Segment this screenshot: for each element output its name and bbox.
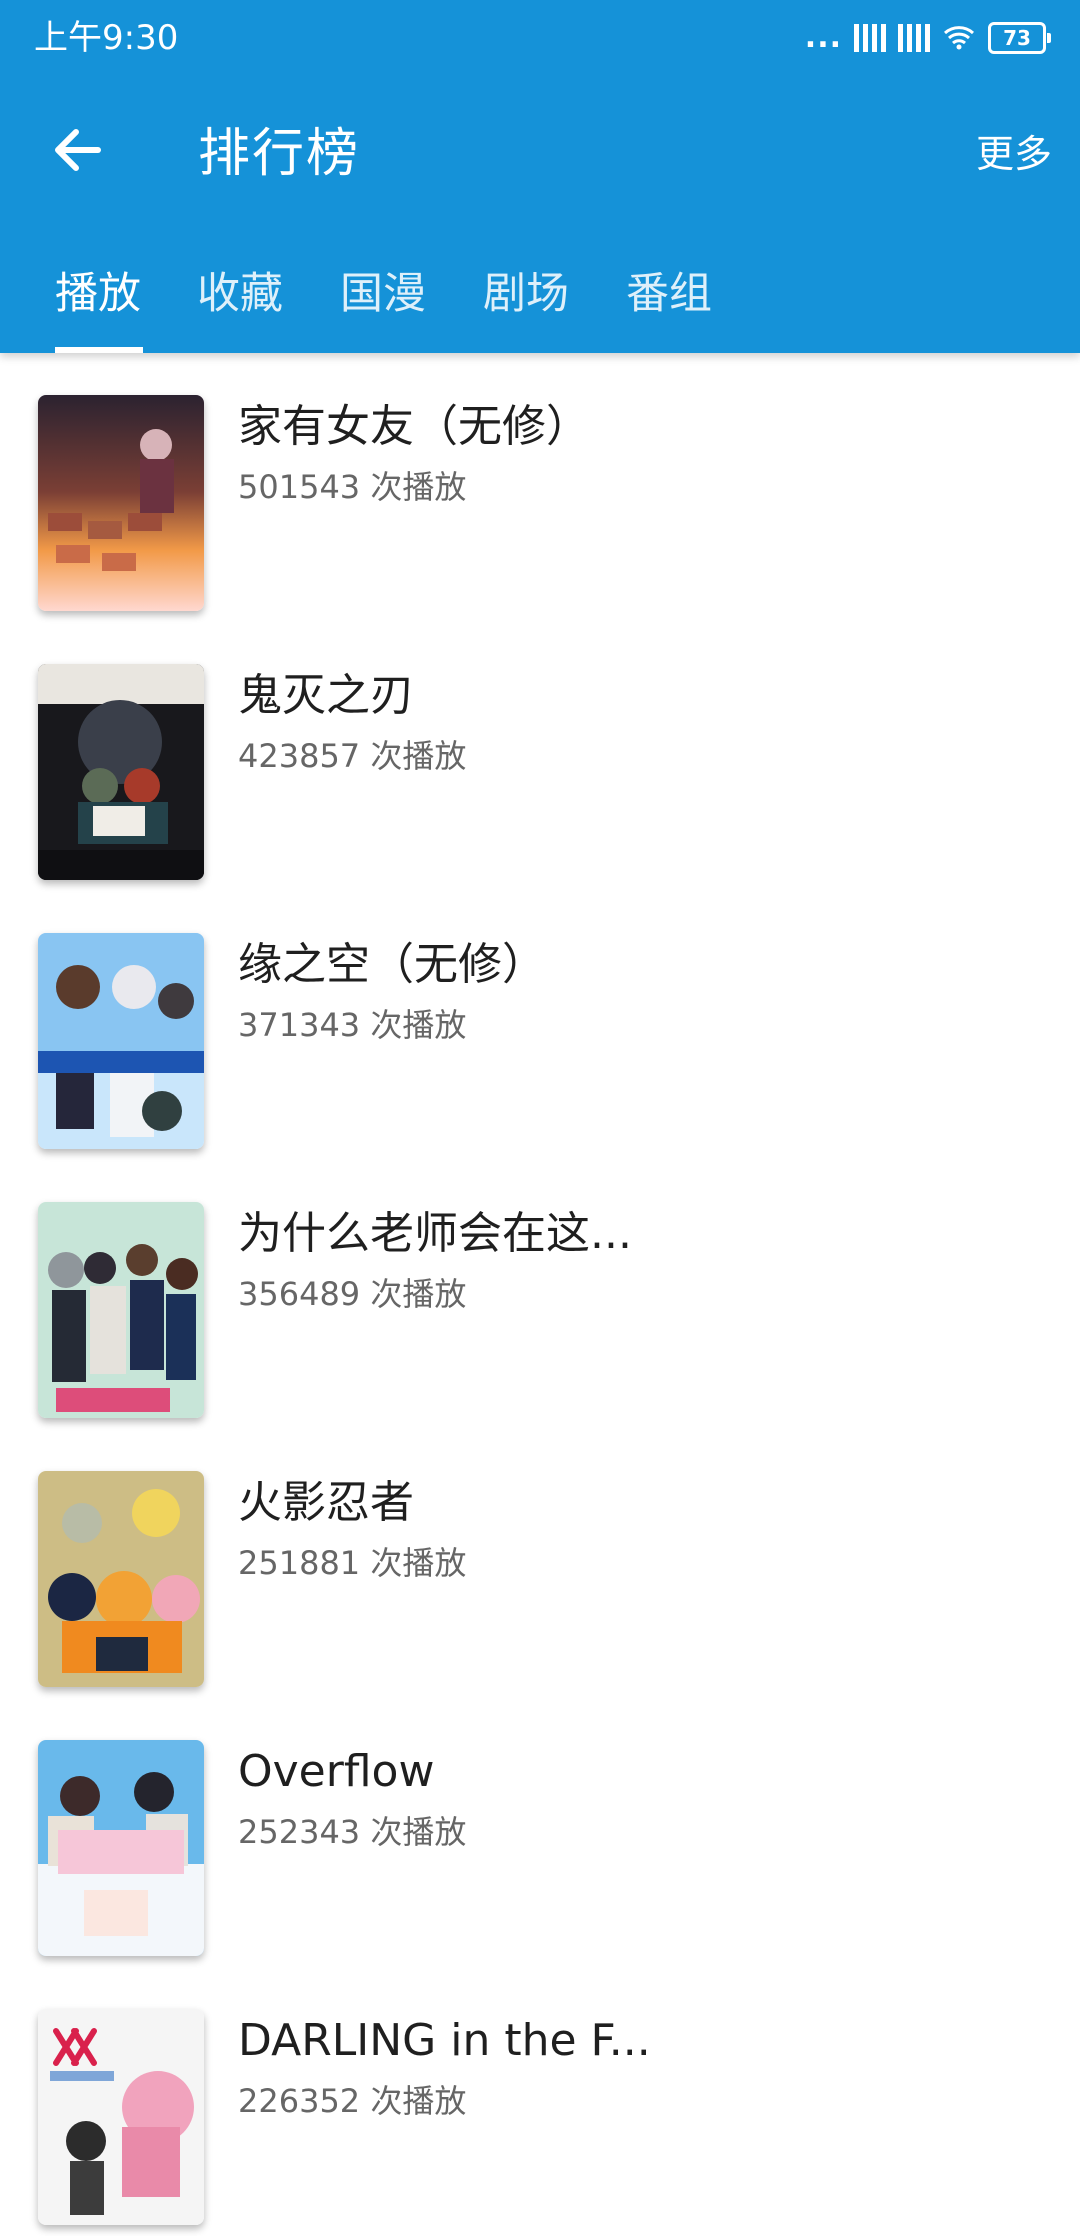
tab-domestic[interactable]: 国漫 — [340, 258, 426, 330]
tab-favorite[interactable]: 收藏 — [197, 258, 283, 330]
list-item[interactable]: 为什么老师会在这... 356489 次播放 — [0, 1160, 1080, 1429]
back-button[interactable] — [46, 118, 110, 182]
poster-thumbnail — [38, 664, 204, 880]
poster-thumbnail — [38, 395, 204, 611]
wifi-icon — [942, 21, 976, 55]
battery-icon: 73 — [988, 22, 1051, 54]
item-play-count: 371343 次播放 — [238, 1006, 467, 1044]
tab-program[interactable]: 番组 — [626, 258, 712, 330]
list-item[interactable]: Overflow 252343 次播放 — [0, 1698, 1080, 1967]
list-item[interactable]: 火影忍者 251881 次播放 — [0, 1429, 1080, 1698]
poster-thumbnail — [38, 2009, 204, 2225]
signal-icon — [898, 24, 930, 52]
status-time: 上午9:30 — [34, 18, 179, 58]
item-title: Overflow — [238, 1746, 435, 1797]
poster-thumbnail — [38, 933, 204, 1149]
app-bar: 上午9:30 ... 73 排行榜 更多 播放 收藏 国漫 剧场 番组 — [0, 0, 1080, 353]
item-title: 家有女友（无修） — [238, 401, 590, 452]
tab-play[interactable]: 播放 — [55, 258, 141, 330]
list-item[interactable]: 缘之空（无修） 371343 次播放 — [0, 891, 1080, 1160]
more-dots-icon: ... — [804, 20, 842, 55]
item-play-count: 356489 次播放 — [238, 1275, 467, 1313]
tab-indicator — [55, 347, 143, 353]
item-play-count: 226352 次播放 — [238, 2082, 467, 2120]
poster-thumbnail — [38, 1740, 204, 1956]
more-button[interactable]: 更多 — [976, 126, 1052, 182]
poster-thumbnail — [38, 1471, 204, 1687]
item-title: 缘之空（无修） — [238, 939, 546, 990]
arrow-left-icon — [55, 129, 101, 171]
page-title: 排行榜 — [198, 124, 361, 184]
item-play-count: 251881 次播放 — [238, 1544, 467, 1582]
item-title: 火影忍者 — [238, 1477, 414, 1528]
item-play-count: 501543 次播放 — [238, 468, 467, 506]
item-title: DARLING in the F... — [238, 2015, 651, 2066]
tab-theater[interactable]: 剧场 — [483, 258, 569, 330]
list-item[interactable]: 鬼灭之刃 423857 次播放 — [0, 622, 1080, 891]
list-item[interactable]: 家有女友（无修） 501543 次播放 — [0, 353, 1080, 622]
signal-icon — [854, 24, 886, 52]
item-play-count: 252343 次播放 — [238, 1813, 467, 1851]
item-title: 为什么老师会在这... — [238, 1208, 632, 1259]
item-play-count: 423857 次播放 — [238, 737, 467, 775]
poster-thumbnail — [38, 1202, 204, 1418]
status-icons: ... 73 — [804, 20, 1051, 56]
item-title: 鬼灭之刃 — [238, 670, 414, 721]
list-item[interactable]: DARLING in the F... 226352 次播放 — [0, 1967, 1080, 2236]
